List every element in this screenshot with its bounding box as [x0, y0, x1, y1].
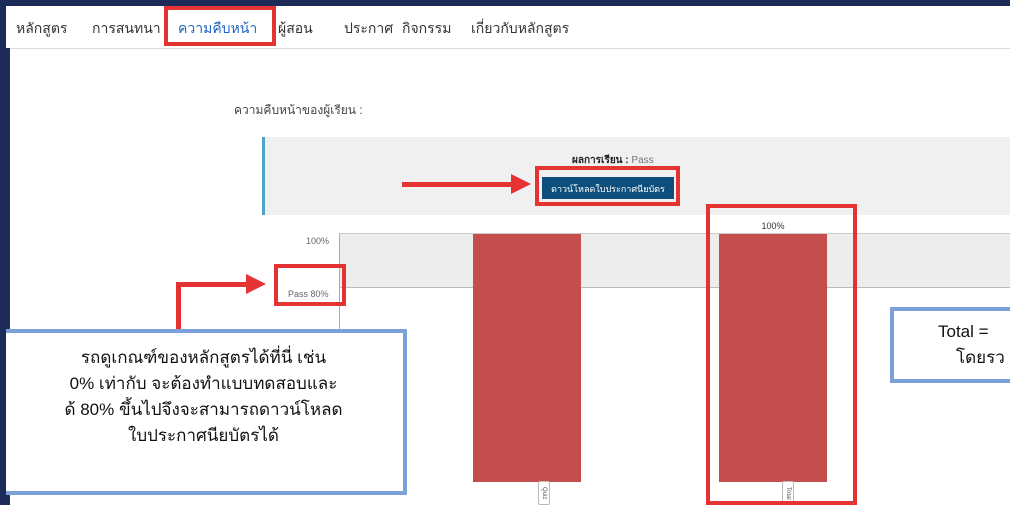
tab-about-course[interactable]: เกี่ยวกับหลักสูตร [471, 18, 569, 40]
criteria-callout-line-2: 0% เท่ากับ จะต้องทำแบบทดสอบและ [69, 374, 338, 393]
arrow-to-pass-vertical [176, 282, 181, 330]
arrow-to-download-line [402, 182, 512, 187]
arrow-to-download-head [511, 174, 531, 194]
arrow-to-pass-head [246, 274, 266, 294]
course-page: หลักสูตร การสนทนา ความคืบหน้า ผู้สอน ประ… [6, 6, 1010, 505]
bar-quiz [473, 234, 581, 482]
y-tick-100: 100% [306, 236, 330, 246]
tab-course[interactable]: หลักสูตร [16, 18, 67, 40]
result-value: Pass [631, 155, 654, 166]
progress-heading: ความคืบหน้าของผู้เรียน : [234, 103, 363, 117]
criteria-callout-line-4: ใบประกาศนียบัตรได้ [128, 426, 279, 445]
total-callout: Total = โดยรว [890, 307, 1010, 383]
total-callout-line-1: Total = [938, 322, 989, 341]
tab-instructor[interactable]: ผู้สอน [278, 18, 313, 40]
tab-activities[interactable]: กิจกรรม [402, 18, 451, 40]
pass-threshold-line [339, 287, 1010, 288]
criteria-callout: รถดูเกณฑ์ของหลักสูตรได้ที่นี่ เช่น 0% เท… [6, 329, 407, 495]
highlight-pass-label [274, 264, 346, 306]
x-label-quiz: Quiz [538, 481, 550, 505]
total-callout-line-2: โดยรว [956, 348, 1005, 367]
highlight-progress-tab [164, 6, 276, 46]
result-label: ผลการเรียน [572, 155, 623, 166]
result-separator: : [625, 155, 629, 166]
highlight-download-button [535, 166, 680, 206]
highlight-total-bar [706, 204, 857, 505]
criteria-callout-line-3: ด้ 80% ขึ้นไปจึงจะสามารถดาวน์โหลด [64, 400, 343, 419]
arrow-to-pass-horizontal [176, 282, 248, 287]
criteria-callout-line-1: รถดูเกณฑ์ของหลักสูตรได้ที่นี่ เช่น [80, 348, 327, 367]
tab-discussion[interactable]: การสนทนา [92, 18, 161, 40]
tab-announcements[interactable]: ประกาศ [344, 18, 393, 40]
course-nav: หลักสูตร การสนทนา ความคืบหน้า ผู้สอน ประ… [6, 6, 1010, 49]
